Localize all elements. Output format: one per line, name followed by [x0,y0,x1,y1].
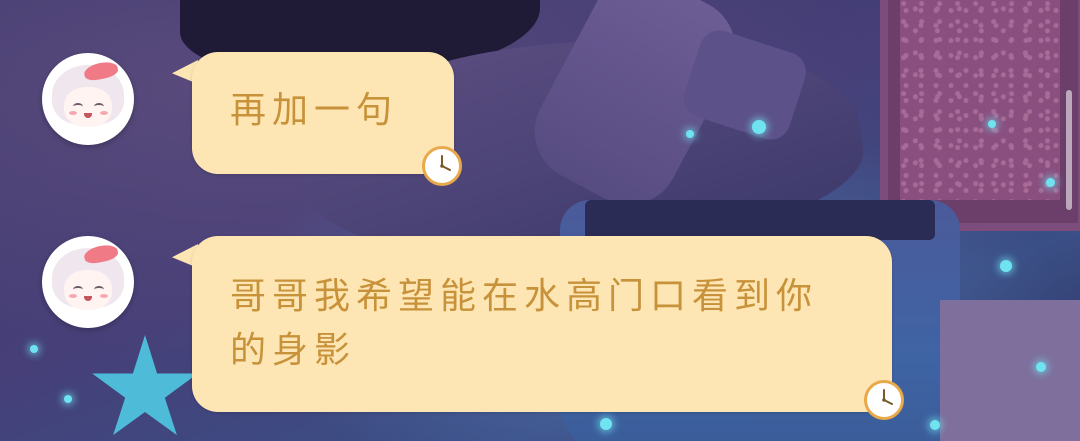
avatar-blush [69,111,77,115]
sparkle [64,395,72,403]
scrollbar[interactable] [1066,90,1072,210]
sparkle [988,120,996,128]
bg-window-pane [900,0,1060,200]
clock-icon [864,380,904,420]
message-bubble[interactable]: 哥哥我希望能在水高门口看到你的身影 [192,236,892,412]
sparkle [1036,362,1046,372]
avatar-face [64,270,112,310]
sparkle [930,420,940,430]
avatar[interactable] [42,236,134,328]
avatar-blush [100,111,108,115]
sparkle [752,120,766,134]
bg-table [940,300,1080,441]
star-icon [92,335,198,436]
avatar-eye [73,103,83,110]
avatar-blush [100,294,108,298]
avatar-blush [69,294,77,298]
sparkle [30,345,38,353]
avatar-eye [73,286,83,293]
avatar-eye [94,286,104,293]
message-bubble[interactable]: 再加一句 [192,52,454,174]
message-text: 哥哥我希望能在水高门口看到你的身影 [230,276,819,371]
sparkle [1046,178,1055,187]
sparkle [686,130,694,138]
message-text: 再加一句 [230,90,399,131]
avatar[interactable] [42,53,134,145]
clock-icon [422,146,462,186]
sparkle [1000,260,1012,272]
avatar-face [64,87,112,127]
sparkle [600,418,612,430]
avatar-eye [94,103,104,110]
bg-jar-lid [585,200,935,240]
